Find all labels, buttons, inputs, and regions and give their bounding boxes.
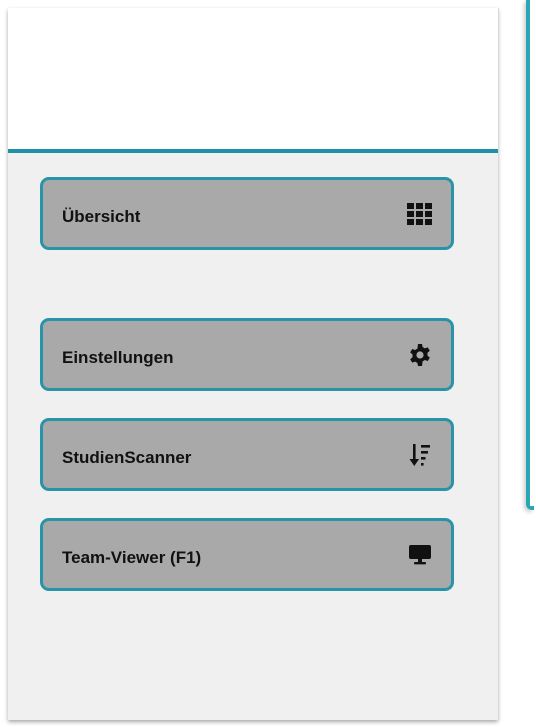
sidebar-header <box>8 8 498 153</box>
monitor-icon <box>407 542 433 568</box>
sidebar-item-label: Einstellungen <box>62 347 174 367</box>
sidebar-item-settings[interactable]: Einstellungen <box>40 318 454 391</box>
content-panel <box>530 0 536 506</box>
sidebar-item-teamviewer[interactable]: Team-Viewer (F1) <box>40 518 454 591</box>
sidebar-divider <box>498 8 499 720</box>
grid-icon <box>407 201 433 227</box>
sort-descending-icon <box>407 442 433 468</box>
sidebar-item-label: Übersicht <box>62 206 141 226</box>
sidebar-item-studienscanner[interactable]: StudienScanner <box>40 418 454 491</box>
sidebar-item-label: Team-Viewer (F1) <box>62 547 202 567</box>
sidebar-item-overview[interactable]: Übersicht <box>40 177 454 250</box>
sidebar-item-label: StudienScanner <box>62 447 192 467</box>
gear-icon <box>407 342 433 368</box>
